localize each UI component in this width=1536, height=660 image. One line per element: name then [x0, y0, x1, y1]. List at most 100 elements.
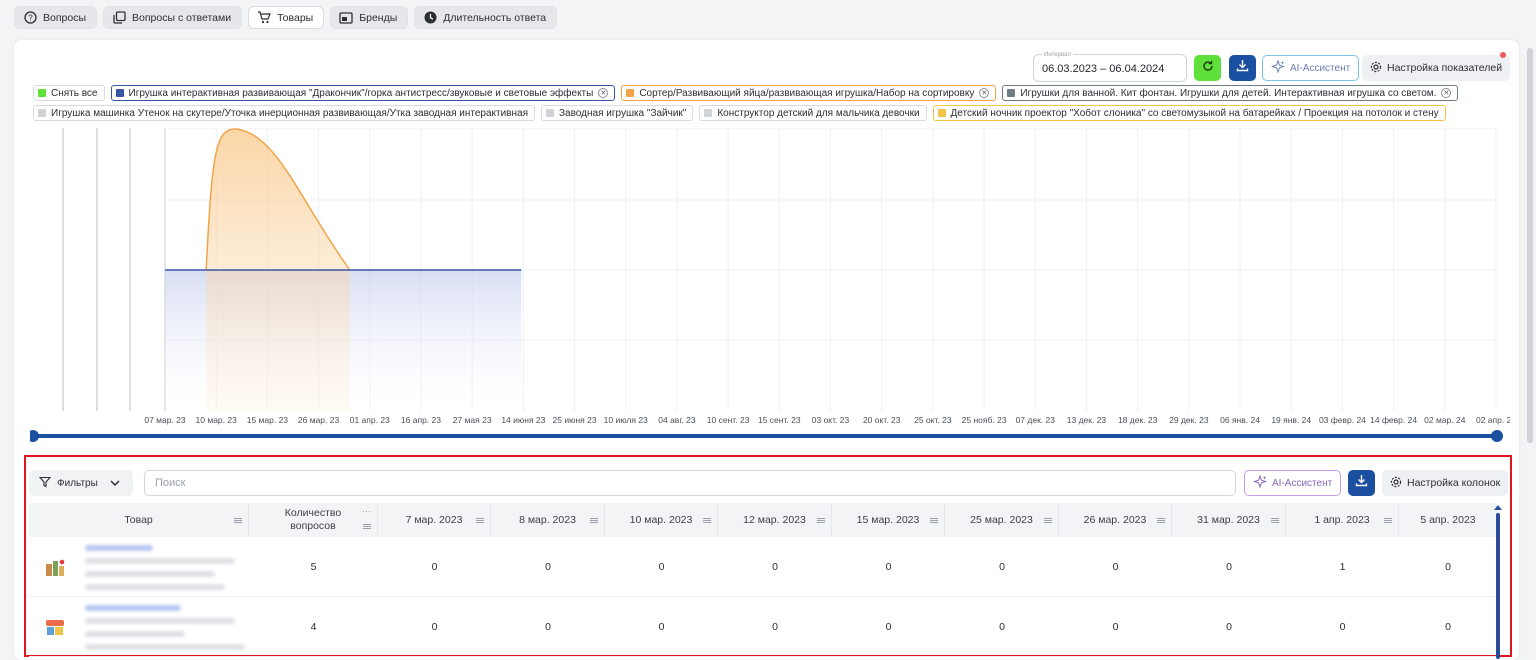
table-row[interactable]: 4 0 0 0 0 0 0 0 0 0 0 — [29, 598, 1497, 657]
x-tick-label: 14 июня 23 — [501, 415, 545, 425]
download-table-button[interactable] — [1348, 470, 1375, 496]
ai-assistant-button[interactable]: AI-Ассистент — [1262, 55, 1360, 81]
x-tick-label: 19 янв. 24 — [1271, 415, 1311, 425]
column-menu-icon[interactable] — [930, 518, 938, 523]
columns-settings-label: Настройка колонок — [1407, 477, 1501, 489]
remove-icon[interactable]: ✕ — [598, 88, 609, 98]
column-header-date[interactable]: 5 апр. 2023 — [1399, 503, 1497, 537]
column-menu-icon[interactable] — [1044, 518, 1052, 523]
column-header-date[interactable]: 1 апр. 2023 — [1286, 503, 1399, 537]
column-header-date[interactable]: 7 мар. 2023 — [378, 503, 491, 537]
table-ai-assistant-button[interactable]: AI-Ассистент — [1244, 470, 1342, 496]
ai-assistant-label: AI-Ассистент — [1290, 62, 1351, 74]
column-menu-icon[interactable] — [363, 524, 371, 529]
column-header-label: 12 мар. 2023 — [743, 514, 806, 526]
legend-item-bunny[interactable]: Заводная игрушка "Зайчик" — [541, 105, 694, 121]
x-tick-label: 18 дек. 23 — [1118, 415, 1158, 425]
metrics-settings-button[interactable]: Настройка показателей — [1362, 55, 1511, 81]
blurred-product-text — [85, 571, 215, 577]
product-cell[interactable] — [29, 598, 249, 656]
blurred-product-text — [85, 644, 245, 650]
value-cell: 0 — [1445, 561, 1451, 573]
table-row[interactable]: 5 0 0 0 0 0 0 0 0 1 0 — [29, 538, 1497, 597]
column-header-date[interactable]: 12 мар. 2023 — [718, 503, 832, 537]
x-tick-label: 16 апр. 23 — [401, 415, 441, 425]
legend-item-bath-toys[interactable]: Игрушки для ванной. Кит фонтан. Игрушки … — [1002, 85, 1459, 101]
tab-questions-with-answers[interactable]: Вопросы с ответами — [103, 6, 243, 29]
questions-chart: 07 мар. 23 10 мар. 23 15 мар. 23 26 мар. 23… — [30, 128, 1510, 442]
range-slider-start-handle[interactable] — [30, 430, 39, 442]
value-cell: 0 — [1226, 561, 1232, 573]
more-icon[interactable]: ··· — [362, 505, 371, 518]
column-header-date[interactable]: 26 мар. 2023 — [1059, 503, 1172, 537]
column-header-product[interactable]: Товар — [29, 503, 249, 537]
search-placeholder: Поиск — [155, 477, 186, 489]
filters-button[interactable]: Фильтры — [29, 470, 133, 496]
chevron-down-icon — [110, 478, 120, 489]
column-menu-icon[interactable] — [703, 518, 711, 523]
tab-questions-label: Вопросы — [43, 11, 87, 24]
legend-item-night-light[interactable]: Детский ночник проектор "Хобот слоника" … — [932, 105, 1446, 121]
column-header-date[interactable]: 31 мар. 2023 — [1172, 503, 1286, 537]
column-header-label: 8 мар. 2023 — [519, 514, 576, 526]
legend-item-constructor[interactable]: Конструктор детский для мальчика девочки — [699, 105, 927, 121]
filter-icon — [38, 476, 52, 491]
table-header: Товар Количество вопросов ··· 7 мар. 202… — [29, 503, 1497, 537]
tab-response-time-label: Длительность ответа — [443, 11, 547, 24]
value-cell: 0 — [545, 561, 551, 573]
legend-item-sorter[interactable]: Сортер/Развивающий яйца/развивающая игру… — [621, 85, 997, 101]
column-header-date[interactable]: 25 мар. 2023 — [945, 503, 1059, 537]
page-scrollbar[interactable] — [1527, 48, 1533, 443]
blurred-product-link[interactable] — [85, 605, 181, 611]
search-input[interactable]: Поиск — [144, 470, 1236, 496]
legend-label: Детский ночник проектор "Хобот слоника" … — [950, 107, 1439, 119]
legend-swatch — [115, 89, 124, 97]
tab-brands-label: Бренды — [359, 11, 398, 24]
interval-label: Интервал — [1042, 52, 1073, 58]
legend-swatch — [38, 89, 46, 97]
download-chart-button[interactable] — [1229, 55, 1256, 81]
legend-swatch — [38, 109, 46, 117]
column-header-label: 31 мар. 2023 — [1197, 514, 1260, 526]
legend-item-dragon[interactable]: Игрушка интерактивная развивающая "Драко… — [110, 85, 616, 101]
blurred-product-text — [85, 618, 235, 624]
value-cell: 0 — [1339, 621, 1346, 633]
interval-picker[interactable]: Интервал 06.03.2023 – 06.04.2024 — [1033, 52, 1187, 82]
column-menu-icon[interactable] — [590, 518, 598, 523]
tab-bar: ? Вопросы Вопросы с ответами Товары Брен… — [14, 6, 558, 29]
legend-label: Конструктор детский для мальчика девочки — [717, 107, 920, 119]
value-cell: 0 — [431, 621, 438, 633]
product-cell[interactable] — [29, 538, 249, 596]
tab-questions[interactable]: ? Вопросы — [14, 6, 98, 29]
legend-item-duck[interactable]: Игрушка машинка Утенок на скутере/Уточка… — [33, 105, 535, 121]
refresh-icon — [1201, 59, 1215, 78]
column-menu-icon[interactable] — [1157, 518, 1165, 523]
column-header-question-count[interactable]: Количество вопросов ··· — [249, 503, 378, 537]
tab-brands[interactable]: Бренды — [330, 6, 409, 29]
remove-icon[interactable]: ✕ — [979, 88, 990, 98]
scroll-up-icon[interactable] — [1494, 505, 1502, 510]
tab-response-time[interactable]: Длительность ответа — [414, 6, 558, 29]
column-menu-icon[interactable] — [476, 518, 484, 523]
blurred-product-link[interactable] — [85, 545, 153, 551]
column-header-date[interactable]: 8 мар. 2023 — [491, 503, 605, 537]
remove-icon[interactable]: ✕ — [1441, 88, 1452, 98]
cart-icon — [257, 11, 271, 25]
value-cell: 0 — [1226, 621, 1232, 633]
table-scrollbar[interactable] — [1496, 513, 1500, 659]
column-header-date[interactable]: 15 мар. 2023 — [832, 503, 945, 537]
tab-products[interactable]: Товары — [248, 6, 325, 29]
refresh-button[interactable] — [1194, 55, 1221, 81]
columns-settings-button[interactable]: Настройка колонок — [1382, 470, 1509, 496]
column-header-date[interactable]: 10 мар. 2023 — [605, 503, 718, 537]
legend-row-2: Игрушка машинка Утенок на скутере/Уточка… — [33, 105, 1446, 121]
column-menu-icon[interactable] — [1384, 518, 1392, 523]
range-slider-end-handle[interactable] — [1491, 430, 1503, 442]
legend-label: Игрушка интерактивная развивающая "Драко… — [128, 87, 594, 99]
legend-item-clear-all[interactable]: Снять все — [33, 85, 105, 101]
x-tick-label: 15 сент. 23 — [758, 415, 801, 425]
question-circle-icon: ? — [23, 11, 37, 25]
column-menu-icon[interactable] — [1271, 518, 1279, 523]
column-menu-icon[interactable] — [234, 518, 242, 523]
column-menu-icon[interactable] — [817, 518, 825, 523]
